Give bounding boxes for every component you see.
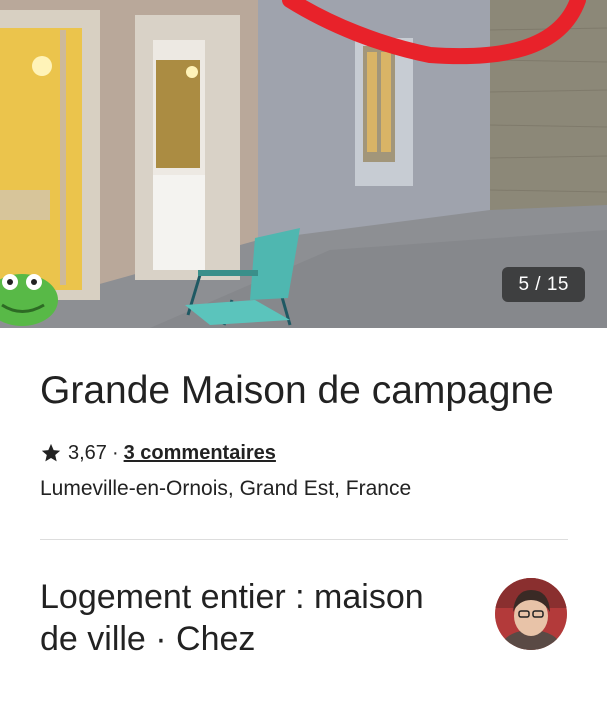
reviews-link[interactable]: 3 commentaires (124, 442, 276, 465)
listing-location: Lumeville-en-Ornois, Grand Est, France (40, 477, 412, 500)
rating-value: 3,67 (68, 441, 107, 464)
rating-separator: · (111, 441, 119, 464)
star-icon (41, 443, 61, 462)
listing-photo[interactable]: 5 / 15 (0, 0, 607, 328)
host-avatar[interactable] (495, 578, 567, 650)
host-section: Logement entier : maison de ville · Chez (40, 576, 568, 660)
rating-row: 3,67 · 3 commentaires (40, 438, 568, 468)
section-divider (40, 539, 568, 540)
host-heading: Logement entier : maison de ville · Chez (40, 578, 424, 658)
listing-title: Grande Maison de campagne (40, 369, 554, 412)
photo-counter-badge: 5 / 15 (502, 267, 585, 302)
listing-content: Grande Maison de campagne 3,67 · 3 comme… (40, 328, 568, 660)
